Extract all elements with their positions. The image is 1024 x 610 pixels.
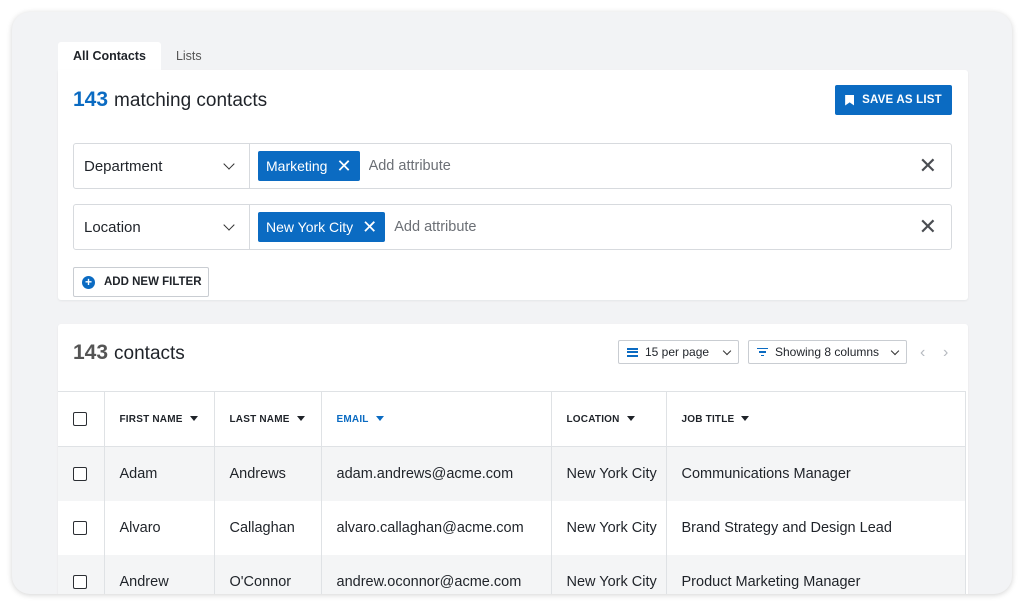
add-attribute-input[interactable] [394,219,595,235]
row-checkbox[interactable] [73,520,87,535]
app-window: All Contacts Lists 143 matching contacts … [12,12,1012,594]
contacts-table: FIRST NAME LAST NAME EMAIL LOCATION JOB … [58,391,966,594]
row-checkbox-cell [58,554,105,594]
filter-field-label: Location [84,218,141,236]
row-checkbox-cell [58,446,105,501]
cell-last-name: Andrews [214,446,322,501]
matching-label: matching contacts [114,90,268,111]
column-header-job-title[interactable]: JOB TITLE [666,391,966,447]
column-header-last-name[interactable]: LAST NAME [214,391,322,447]
add-new-filter-label: ADD NEW FILTER [104,276,202,288]
save-as-list-label: SAVE AS LIST [862,94,942,106]
filter-field-select[interactable]: Department [74,144,250,188]
list-icon [627,347,638,357]
row-checkbox[interactable] [73,466,87,481]
cell-location: New York City [551,554,667,594]
row-checkbox[interactable] [73,574,87,589]
add-new-filter-button[interactable]: + ADD NEW FILTER [73,267,209,297]
results-panel: 143 contacts 15 per page Showing 8 column… [58,324,968,594]
cell-email: andrew.oconnor@acme.com [321,554,552,594]
filter-field-select[interactable]: Location [74,205,250,249]
filter-values: Marketing ✕ ✕ [250,144,951,188]
remove-chip-close-icon[interactable]: ✕ [362,218,377,236]
filter-row-department: Department Marketing ✕ ✕ [73,143,952,189]
cell-first-name: Andrew [104,554,215,594]
cell-job-title: Product Marketing Manager [666,554,966,594]
chevron-down-icon [223,158,235,170]
table-row[interactable]: Adam Andrews adam.andrews@acme.com New Y… [58,446,966,501]
contacts-count: 143 [73,341,109,364]
matching-contacts-heading: 143 matching contacts [73,88,267,112]
chevron-down-icon [890,346,900,355]
filter-chip: Marketing ✕ [258,151,360,181]
filter-chip: New York City ✕ [258,212,386,242]
tab-all-contacts[interactable]: All Contacts [58,42,161,70]
cell-email: alvaro.callaghan@acme.com [321,500,552,555]
columns-value: Showing 8 columns [775,345,880,359]
select-all-cell [58,391,105,447]
table-header-row: FIRST NAME LAST NAME EMAIL LOCATION JOB … [58,391,966,447]
filter-values: New York City ✕ ✕ [250,205,951,249]
cell-job-title: Communications Manager [666,446,966,501]
bookmark-icon [845,94,855,106]
sort-down-icon [296,416,305,422]
tab-lists[interactable]: Lists [161,42,217,70]
column-header-email[interactable]: EMAIL [321,391,552,447]
cell-first-name: Alvaro [104,500,215,555]
filter-row-location: Location New York City ✕ ✕ [73,204,952,250]
select-all-checkbox[interactable] [73,412,87,426]
filter-chip-label: Marketing [266,158,328,174]
cell-location: New York City [551,446,667,501]
filter-icon [757,347,768,357]
per-page-value: 15 per page [645,345,710,359]
tab-bar: All Contacts Lists [58,42,217,70]
add-attribute-input[interactable] [368,158,569,174]
cell-job-title: Brand Strategy and Design Lead [666,500,966,555]
clear-filter-close-icon[interactable]: ✕ [919,155,937,177]
table-row[interactable]: Andrew O'Connor andrew.oconnor@acme.com … [58,554,966,594]
sort-down-icon [189,416,198,422]
columns-dropdown[interactable]: Showing 8 columns [748,340,907,364]
filter-panel: 143 matching contacts SAVE AS LIST Depart… [58,70,968,300]
column-header-location[interactable]: LOCATION [551,391,667,447]
cell-last-name: O'Connor [214,554,322,594]
sort-down-icon [626,416,635,422]
chevron-left-icon[interactable]: ‹ [920,344,925,362]
plus-circle-icon: + [82,275,95,289]
chevron-down-icon [722,346,732,355]
filter-chip-label: New York City [266,219,354,235]
remove-chip-close-icon[interactable]: ✕ [336,157,351,175]
save-as-list-button[interactable]: SAVE AS LIST [835,85,952,115]
cell-last-name: Callaghan [214,500,322,555]
filter-field-label: Department [84,157,163,175]
matching-count: 143 [73,88,109,111]
cell-email: adam.andrews@acme.com [321,446,552,501]
sort-down-icon [375,416,384,422]
cell-location: New York City [551,500,667,555]
chevron-right-icon[interactable]: › [943,344,948,362]
cell-first-name: Adam [104,446,215,501]
sort-down-icon [741,416,750,422]
clear-filter-close-icon[interactable]: ✕ [919,216,937,238]
chevron-down-icon [223,219,235,231]
contacts-label: contacts [114,343,185,364]
per-page-dropdown[interactable]: 15 per page [618,340,739,364]
contacts-heading: 143 contacts [73,341,185,365]
table-row[interactable]: Alvaro Callaghan alvaro.callaghan@acme.c… [58,500,966,555]
column-header-first-name[interactable]: FIRST NAME [104,391,215,447]
row-checkbox-cell [58,500,105,555]
